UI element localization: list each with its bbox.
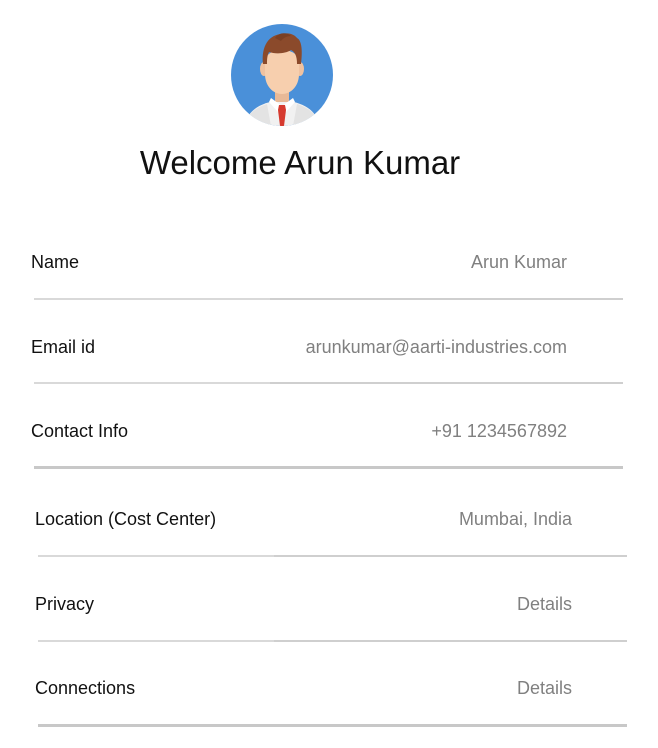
- field-value: +91 1234567892: [431, 421, 567, 441]
- field-value: Mumbai, India: [458, 509, 572, 529]
- divider: [38, 640, 627, 643]
- field-row-privacy[interactable]: Privacy Details: [35, 592, 572, 616]
- field-label: Connections: [35, 678, 136, 698]
- field-row-name: Name Arun Kumar: [31, 250, 567, 274]
- field-row-contact: Contact Info +91 1234567892: [31, 419, 567, 443]
- user-avatar-icon: [231, 24, 333, 126]
- field-label: Privacy: [35, 594, 95, 614]
- divider: [34, 298, 623, 301]
- avatar: [231, 24, 333, 126]
- field-label: Email id: [31, 337, 96, 357]
- divider: [34, 466, 623, 469]
- field-label: Name: [31, 252, 80, 272]
- privacy-details-link[interactable]: Details: [517, 592, 572, 616]
- divider: [38, 724, 627, 727]
- connections-details-link[interactable]: Details: [517, 676, 572, 700]
- field-label: Location (Cost Center): [35, 509, 217, 529]
- field-row-email: Email id arunkumar@aarti-industries.com: [31, 335, 567, 359]
- field-row-location: Location (Cost Center) Mumbai, India: [35, 507, 572, 531]
- welcome-heading: Welcome Arun Kumar: [139, 144, 461, 181]
- field-value: arunkumar@aarti-industries.com: [305, 337, 567, 357]
- field-value: Arun Kumar: [470, 252, 567, 272]
- divider: [34, 382, 623, 385]
- field-row-connections[interactable]: Connections Details: [35, 676, 572, 700]
- divider: [38, 555, 627, 558]
- field-label: Contact Info: [31, 421, 129, 441]
